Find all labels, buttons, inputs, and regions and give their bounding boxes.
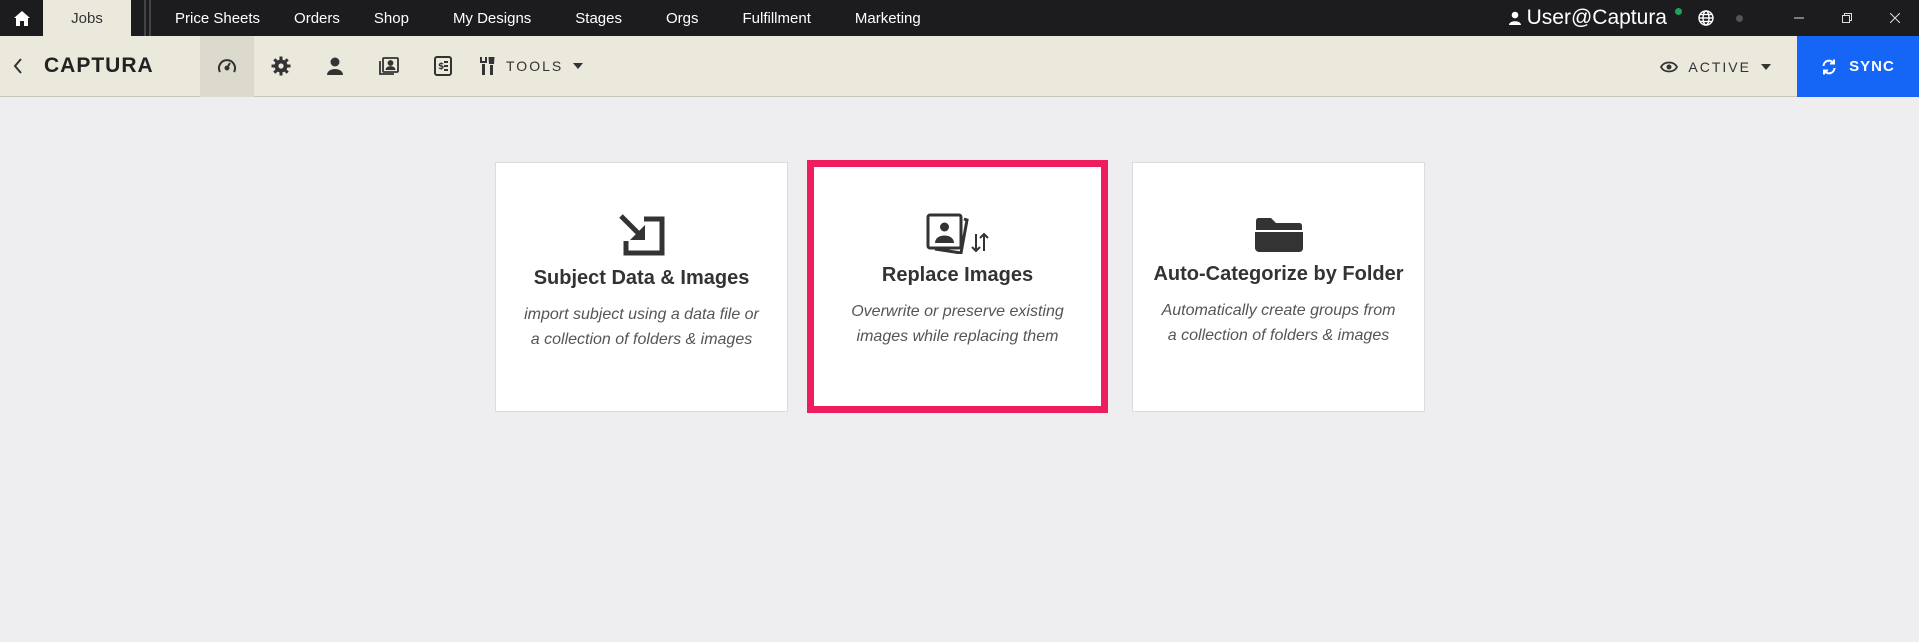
invoice-icon: $ xyxy=(434,56,452,76)
card-title: Auto-Categorize by Folder xyxy=(1153,263,1404,285)
nav-stages[interactable]: Stages xyxy=(575,10,622,27)
back-button[interactable] xyxy=(0,36,36,97)
replace-images-card[interactable]: Replace Images Overwrite or preserve exi… xyxy=(807,160,1108,413)
status-filter-dropdown[interactable]: ACTIVE xyxy=(1660,59,1771,75)
nav-shop[interactable]: Shop xyxy=(374,10,409,27)
user-name: User@Captura xyxy=(1526,6,1667,29)
card-description: Automatically create groups from a colle… xyxy=(1162,298,1396,348)
job-toolbar: CAPTURA $ TOOLS ACTIVE SYNC xyxy=(0,35,1919,97)
replace-images-icon xyxy=(926,213,989,254)
user-icon xyxy=(327,57,343,75)
minimize-button[interactable] xyxy=(1775,0,1823,36)
user-icon xyxy=(1508,11,1521,25)
chevron-left-icon xyxy=(13,58,22,74)
card-description-line: a collection of folders & images xyxy=(530,331,753,348)
card-description-line: images while replacing them xyxy=(856,328,1059,345)
nav-price-sheets[interactable]: Price Sheets xyxy=(175,10,260,27)
tools-label: TOOLS xyxy=(506,58,564,74)
language-button[interactable] xyxy=(1698,10,1714,26)
images-button[interactable] xyxy=(362,36,416,97)
restore-button[interactable] xyxy=(1823,0,1871,36)
card-description-line: import subject using a data file or xyxy=(524,306,759,323)
globe-icon xyxy=(1698,10,1714,26)
restore-icon xyxy=(1842,13,1852,23)
card-title: Subject Data & Images xyxy=(533,267,750,289)
eye-icon xyxy=(1660,61,1679,72)
nav-orders[interactable]: Orders xyxy=(294,10,340,27)
tab-divider xyxy=(137,0,157,36)
nav-fulfillment[interactable]: Fulfillment xyxy=(743,10,811,27)
card-description-line: a collection of folders & images xyxy=(1167,327,1390,344)
card-description-line: Automatically create groups from xyxy=(1161,302,1396,319)
settings-button[interactable] xyxy=(254,36,308,97)
import-arrow-icon xyxy=(618,214,664,256)
auto-categorize-card[interactable]: Auto-Categorize by Folder Automatically … xyxy=(1132,162,1425,412)
user-menu[interactable]: User@Captura xyxy=(1508,6,1667,30)
main-nav: Price Sheets Orders Shop My Designs Stag… xyxy=(157,0,921,36)
connection-dot xyxy=(1736,14,1743,22)
caret-down-icon xyxy=(573,63,584,69)
close-button[interactable] xyxy=(1871,0,1919,36)
card-description: import subject using a data file or a co… xyxy=(524,302,759,352)
dashboard-icon xyxy=(218,59,236,73)
home-button[interactable] xyxy=(0,0,43,36)
home-icon xyxy=(13,10,30,26)
folder-icon xyxy=(1254,218,1303,252)
sync-icon xyxy=(1822,59,1836,74)
card-title: Replace Images xyxy=(881,264,1034,286)
tools-icon xyxy=(480,57,495,75)
job-title: CAPTURA xyxy=(44,54,154,77)
toolbar-right: ACTIVE SYNC xyxy=(1660,36,1919,97)
minimize-icon xyxy=(1794,17,1804,19)
svg-text:$: $ xyxy=(438,62,444,72)
subjects-button[interactable] xyxy=(308,36,362,97)
price-sheet-button[interactable]: $ xyxy=(416,36,470,97)
card-description: Overwrite or preserve existing images wh… xyxy=(851,299,1064,349)
nav-orgs[interactable]: Orgs xyxy=(666,10,699,27)
gear-icon xyxy=(271,56,291,76)
nav-marketing[interactable]: Marketing xyxy=(855,10,921,27)
nav-my-designs[interactable]: My Designs xyxy=(453,10,531,27)
dashboard-button[interactable] xyxy=(200,35,254,97)
status-filter-label: ACTIVE xyxy=(1688,58,1751,75)
tab-jobs[interactable]: Jobs xyxy=(43,0,131,36)
top-nav-bar: Jobs Price Sheets Orders Shop My Designs… xyxy=(0,0,1919,36)
photo-portrait-icon xyxy=(379,57,399,75)
online-status-dot xyxy=(1675,7,1682,15)
sync-button[interactable]: SYNC xyxy=(1797,36,1919,97)
card-description-line: Overwrite or preserve existing xyxy=(851,303,1064,320)
close-icon xyxy=(1890,13,1900,23)
import-subject-data-card[interactable]: Subject Data & Images import subject usi… xyxy=(495,162,788,412)
topbar-right: User@Captura xyxy=(1508,0,1919,36)
tools-dropdown[interactable]: TOOLS xyxy=(480,56,584,76)
caret-down-icon xyxy=(1761,63,1771,70)
sync-label: SYNC xyxy=(1849,58,1895,75)
